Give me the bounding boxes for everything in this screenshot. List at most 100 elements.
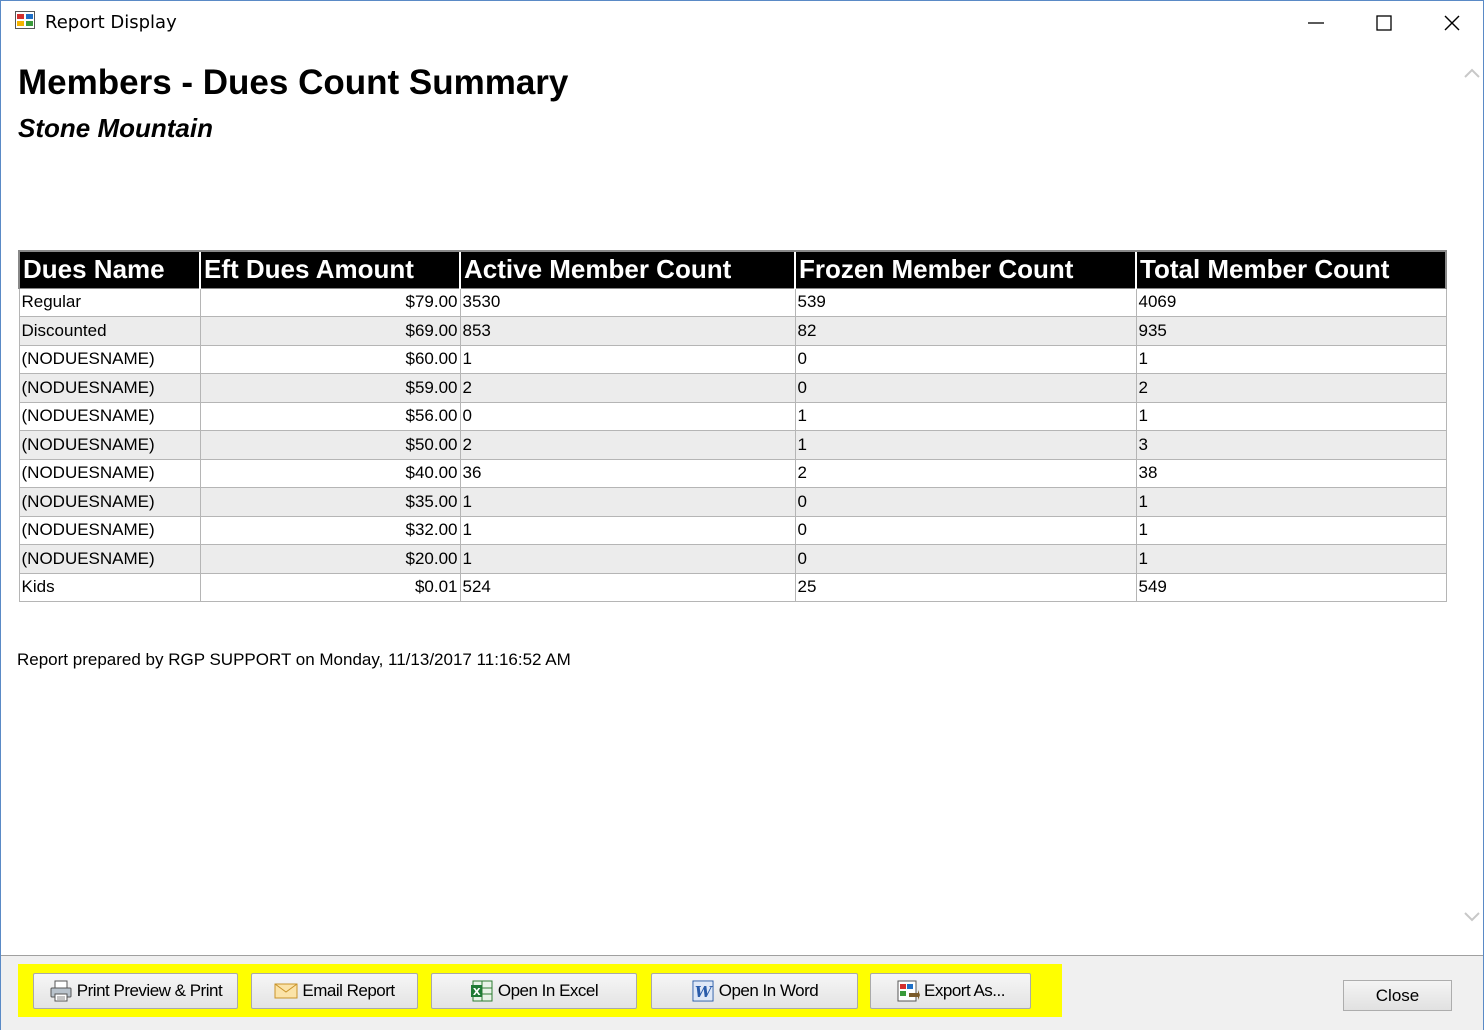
eft-dues-amount-cell: $40.00 <box>199 458 461 488</box>
table-header-row: Dues Name Eft Dues Amount Active Member … <box>18 250 1447 289</box>
total-count-cell: 1 <box>1135 515 1447 545</box>
eft-dues-amount-cell: $20.00 <box>199 544 461 574</box>
table-row: (NODUESNAME) $20.00 1 0 1 <box>18 544 1447 574</box>
eft-dues-amount-cell: $59.00 <box>199 373 461 403</box>
eft-dues-amount-cell: $60.00 <box>199 344 461 374</box>
eft-dues-amount-cell: $79.00 <box>199 287 461 317</box>
open-in-word-button[interactable]: W Open In Word <box>651 973 858 1009</box>
total-count-cell: 2 <box>1135 373 1447 403</box>
total-count-cell: 1 <box>1135 344 1447 374</box>
active-count-cell: 524 <box>459 572 796 602</box>
eft-dues-amount-cell: $56.00 <box>199 401 461 431</box>
dues-name-cell: (NODUESNAME) <box>18 373 201 403</box>
title-bar: Report Display <box>1 1 1483 45</box>
open-in-excel-label: Open In Excel <box>497 981 599 1000</box>
eft-dues-amount-cell: $69.00 <box>199 316 461 346</box>
vertical-scrollbar[interactable] <box>1461 45 1483 955</box>
table-row: Regular $79.00 3530 539 4069 <box>18 287 1447 317</box>
table-row: (NODUESNAME) $60.00 1 0 1 <box>18 344 1447 374</box>
table-row: (NODUESNAME) $50.00 2 1 3 <box>18 430 1447 460</box>
active-count-cell: 36 <box>459 458 796 488</box>
bottom-button-bar: Print Preview & Print Email Report X Ope… <box>1 955 1483 1030</box>
active-count-cell: 853 <box>459 316 796 346</box>
open-in-word-label: Open In Word <box>718 981 819 1000</box>
total-count-cell: 38 <box>1135 458 1447 488</box>
eft-dues-amount-cell: $50.00 <box>199 430 461 460</box>
column-header-frozen-member-count: Frozen Member Count <box>794 250 1136 289</box>
svg-text:X: X <box>473 987 481 998</box>
total-count-cell: 3 <box>1135 430 1447 460</box>
maximize-button[interactable] <box>1350 1 1418 45</box>
svg-text:W: W <box>695 983 714 1001</box>
scroll-up-icon[interactable] <box>1464 67 1480 79</box>
frozen-count-cell: 25 <box>794 572 1137 602</box>
table-row: Discounted $69.00 853 82 935 <box>18 316 1447 346</box>
table-row: (NODUESNAME) $32.00 1 0 1 <box>18 515 1447 545</box>
active-count-cell: 3530 <box>459 287 796 317</box>
minimize-button[interactable] <box>1282 1 1350 45</box>
total-count-cell: 1 <box>1135 401 1447 431</box>
frozen-count-cell: 1 <box>794 430 1137 460</box>
column-header-active-member-count: Active Member Count <box>459 250 795 289</box>
minimize-icon <box>1308 22 1324 24</box>
email-report-button[interactable]: Email Report <box>251 973 418 1009</box>
eft-dues-amount-cell: $35.00 <box>199 487 461 517</box>
total-count-cell: 549 <box>1135 572 1447 602</box>
dues-name-cell: (NODUESNAME) <box>18 544 201 574</box>
table-row: (NODUESNAME) $40.00 36 2 38 <box>18 458 1447 488</box>
dues-name-cell: Regular <box>18 287 201 317</box>
total-count-cell: 935 <box>1135 316 1447 346</box>
frozen-count-cell: 1 <box>794 401 1137 431</box>
dues-name-cell: (NODUESNAME) <box>18 430 201 460</box>
total-count-cell: 1 <box>1135 544 1447 574</box>
close-button[interactable]: Close <box>1343 980 1452 1011</box>
active-count-cell: 0 <box>459 401 796 431</box>
frozen-count-cell: 0 <box>794 373 1137 403</box>
column-header-dues-name: Dues Name <box>18 250 200 289</box>
column-header-eft-dues-amount: Eft Dues Amount <box>199 250 460 289</box>
report-app-icon <box>15 11 35 29</box>
eft-dues-amount-cell: $0.01 <box>199 572 461 602</box>
frozen-count-cell: 0 <box>794 515 1137 545</box>
dues-name-cell: (NODUESNAME) <box>18 487 201 517</box>
active-count-cell: 1 <box>459 544 796 574</box>
print-preview-label: Print Preview & Print <box>76 981 223 1000</box>
close-icon <box>1444 15 1460 31</box>
email-report-label: Email Report <box>302 981 395 1000</box>
dues-name-cell: Kids <box>18 572 201 602</box>
active-count-cell: 1 <box>459 487 796 517</box>
export-as-button[interactable]: Export As... <box>870 973 1031 1009</box>
active-count-cell: 2 <box>459 373 796 403</box>
table-row: Kids $0.01 524 25 549 <box>18 572 1447 602</box>
active-count-cell: 2 <box>459 430 796 460</box>
column-header-total-member-count: Total Member Count <box>1135 250 1447 289</box>
report-display-window: Report Display Members - Dues Count Summ… <box>0 0 1484 1030</box>
frozen-count-cell: 0 <box>794 344 1137 374</box>
frozen-count-cell: 539 <box>794 287 1137 317</box>
excel-icon: X <box>470 980 493 1002</box>
open-in-excel-button[interactable]: X Open In Excel <box>431 973 637 1009</box>
frozen-count-cell: 0 <box>794 544 1137 574</box>
maximize-icon <box>1376 15 1392 31</box>
total-count-cell: 4069 <box>1135 287 1447 317</box>
dues-name-cell: Discounted <box>18 316 201 346</box>
table-row: (NODUESNAME) $35.00 1 0 1 <box>18 487 1447 517</box>
eft-dues-amount-cell: $32.00 <box>199 515 461 545</box>
dues-name-cell: (NODUESNAME) <box>18 344 201 374</box>
table-row: (NODUESNAME) $56.00 0 1 1 <box>18 401 1447 431</box>
active-count-cell: 1 <box>459 344 796 374</box>
report-prepared-by: Report prepared by RGP SUPPORT on Monday… <box>17 650 571 669</box>
report-subtitle: Stone Mountain <box>18 113 213 143</box>
frozen-count-cell: 82 <box>794 316 1137 346</box>
window-title: Report Display <box>45 12 177 33</box>
total-count-cell: 1 <box>1135 487 1447 517</box>
dues-name-cell: (NODUESNAME) <box>18 458 201 488</box>
window-close-button[interactable] <box>1418 1 1484 45</box>
dues-name-cell: (NODUESNAME) <box>18 401 201 431</box>
print-preview-button[interactable]: Print Preview & Print <box>33 973 238 1009</box>
frozen-count-cell: 2 <box>794 458 1137 488</box>
table-row: (NODUESNAME) $59.00 2 0 2 <box>18 373 1447 403</box>
scroll-down-icon[interactable] <box>1464 911 1480 923</box>
export-icon <box>897 980 921 1002</box>
export-as-label: Export As... <box>924 981 1005 1000</box>
